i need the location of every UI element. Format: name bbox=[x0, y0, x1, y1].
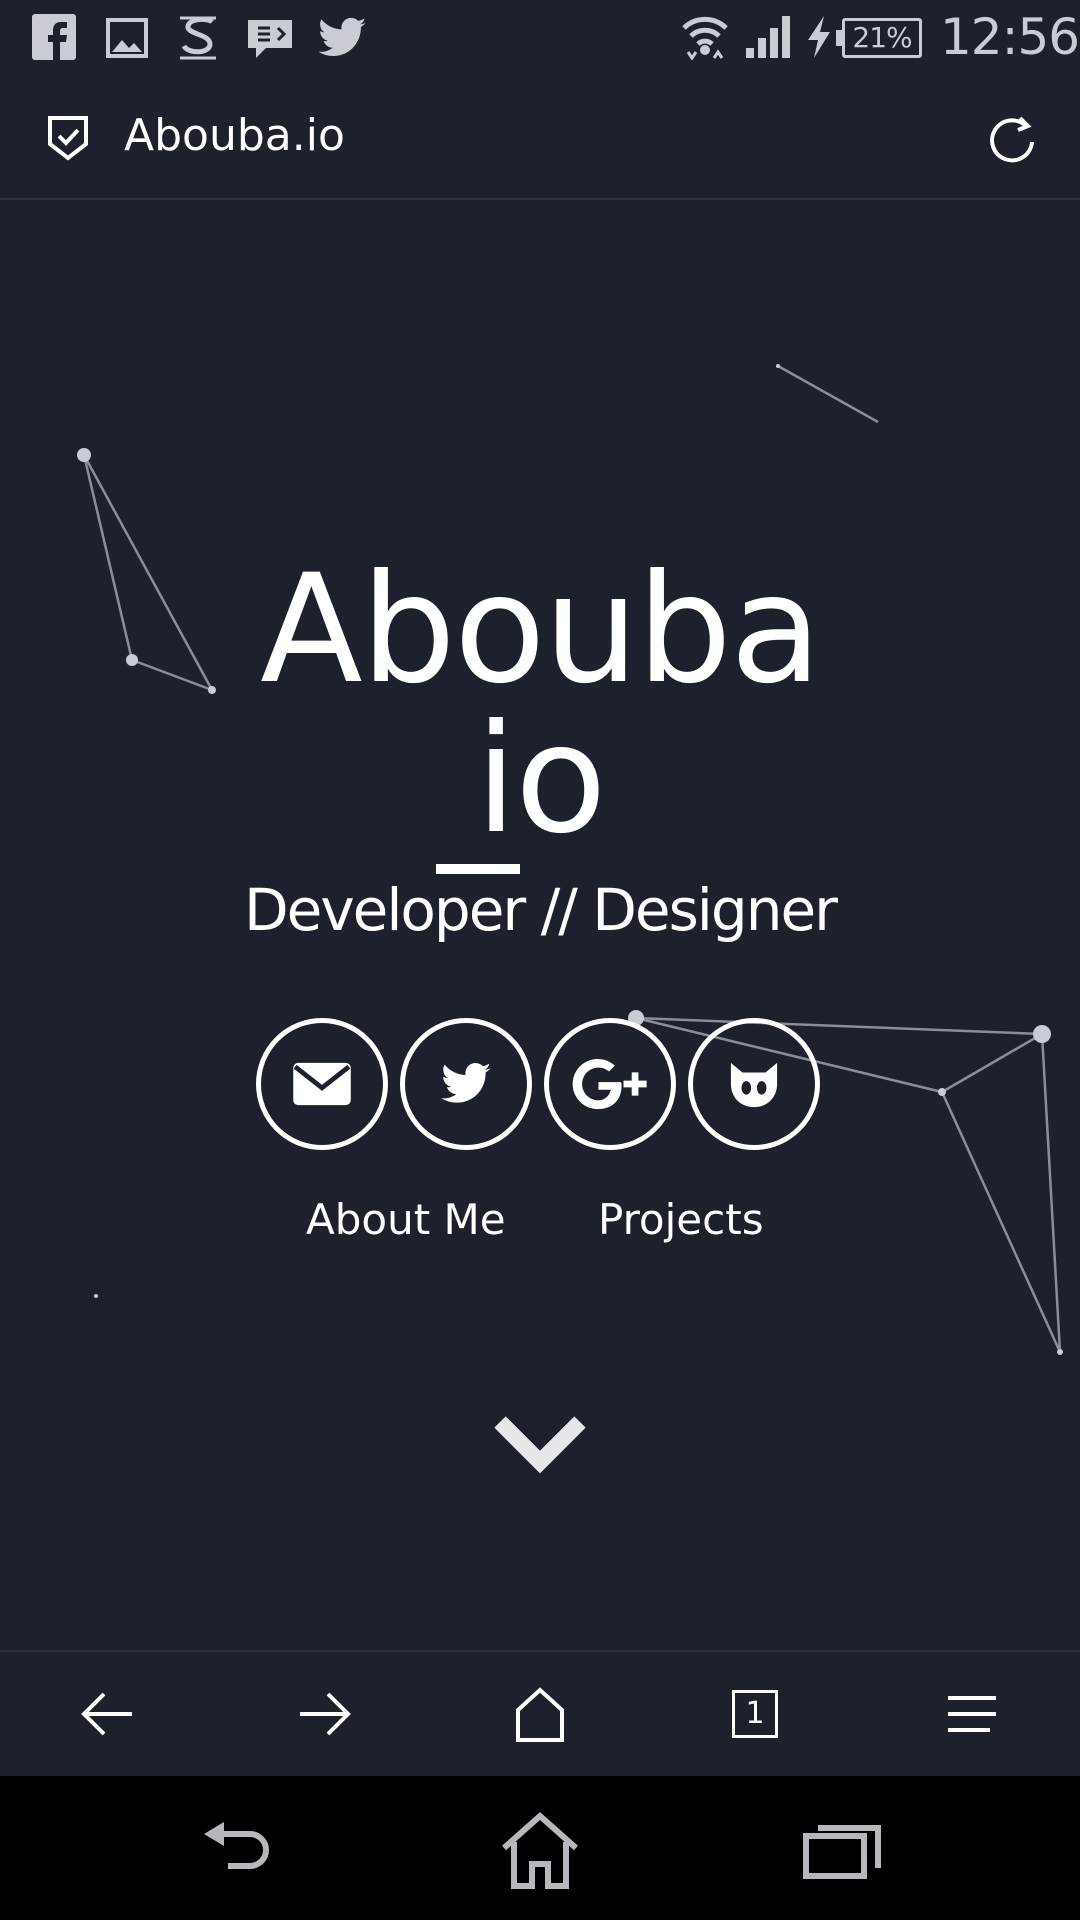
signal-icon bbox=[744, 16, 792, 58]
hero-section: Abouba io Developer // Designer About Me… bbox=[0, 200, 1080, 1650]
brand-title: Abouba bbox=[260, 543, 822, 717]
twitter-button[interactable] bbox=[400, 1018, 532, 1150]
gallery-icon bbox=[102, 12, 154, 64]
home-icon[interactable] bbox=[508, 1682, 572, 1746]
github-button[interactable] bbox=[688, 1018, 820, 1150]
s-app-icon bbox=[172, 12, 224, 64]
email-icon bbox=[293, 1062, 351, 1106]
projects-link[interactable]: Projects bbox=[598, 1190, 764, 1250]
wifi-icon bbox=[680, 14, 730, 60]
brand-subtitle: io bbox=[475, 693, 606, 867]
battery-indicator: 21% bbox=[836, 18, 922, 58]
site-title[interactable]: Abouba.io bbox=[124, 106, 345, 166]
social-buttons bbox=[256, 1018, 826, 1152]
message-icon bbox=[244, 12, 296, 64]
system-back-icon[interactable] bbox=[200, 1810, 284, 1890]
browser-toolbar: 1 bbox=[0, 1650, 1080, 1776]
about-me-link[interactable]: About Me bbox=[306, 1190, 506, 1250]
android-navigation-bar bbox=[0, 1776, 1080, 1920]
tagline: Developer // Designer bbox=[243, 876, 838, 944]
forward-arrow-icon[interactable] bbox=[292, 1682, 356, 1746]
status-bar: 21% 12:56 bbox=[0, 0, 1080, 76]
tabs-button[interactable]: 1 bbox=[732, 1690, 778, 1738]
twitter-icon bbox=[441, 1063, 491, 1103]
charging-icon bbox=[806, 16, 832, 58]
shield-check-icon[interactable] bbox=[44, 114, 92, 162]
browser-url-bar[interactable]: Abouba.io bbox=[0, 76, 1080, 200]
email-button[interactable] bbox=[256, 1018, 388, 1150]
system-recents-icon[interactable] bbox=[800, 1810, 884, 1890]
reload-icon[interactable] bbox=[986, 112, 1038, 164]
scroll-down-chevron-icon[interactable] bbox=[494, 1414, 586, 1474]
menu-icon[interactable] bbox=[940, 1682, 1004, 1746]
facebook-icon bbox=[30, 12, 82, 64]
system-home-icon[interactable] bbox=[498, 1810, 582, 1890]
google-plus-icon bbox=[572, 1058, 647, 1110]
status-clock: 12:56 bbox=[940, 8, 1080, 66]
github-icon bbox=[730, 1062, 778, 1108]
google-plus-button[interactable] bbox=[544, 1018, 676, 1150]
twitter-icon bbox=[316, 12, 368, 64]
back-arrow-icon[interactable] bbox=[76, 1682, 140, 1746]
